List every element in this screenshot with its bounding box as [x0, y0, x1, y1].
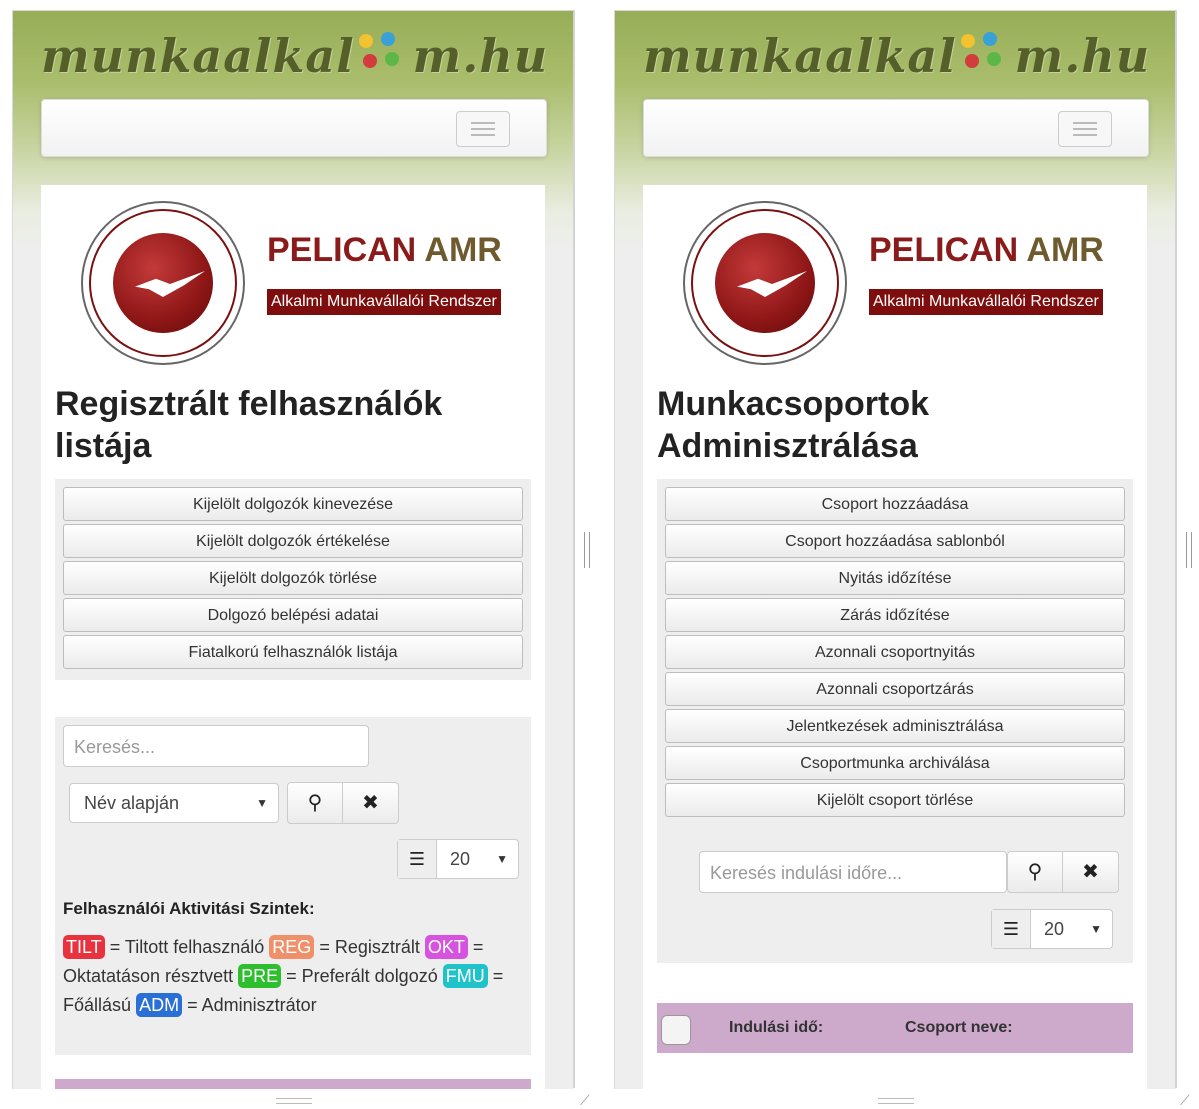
schedule-open-button[interactable]: Nyitás időzítése	[665, 561, 1125, 595]
badge-pre: PRE	[238, 964, 282, 988]
brand-subtitle: Alkalmi Munkavállalói Rendszer	[869, 289, 1103, 315]
close-icon: ✖	[362, 792, 379, 814]
manage-applications-button[interactable]: Jelentkezések adminisztrálása	[665, 709, 1125, 743]
menu-toggle-button[interactable]	[1058, 111, 1112, 147]
appoint-selected-button[interactable]: Kijelölt dolgozók kinevezése	[63, 487, 523, 521]
filter-select-value: Név alapján	[84, 793, 180, 813]
legend-title: Felhasználói Aktivitási Szintek:	[63, 899, 315, 918]
column-start-time[interactable]: Indulási idő:	[729, 1019, 823, 1037]
page-size-select[interactable]: ☰ 20 ▼	[991, 909, 1113, 949]
site-logo[interactable]: munkaalkal m.hu	[41, 29, 548, 89]
page-size-value: 20	[450, 849, 471, 869]
navbar	[643, 99, 1149, 157]
action-button-panel: Csoport hozzáadása Csoport hozzáadása sa…	[657, 479, 1133, 963]
resize-grip[interactable]	[878, 1098, 914, 1104]
brand-title: PELICAN AMR	[869, 231, 1104, 269]
navbar	[41, 99, 547, 157]
search-icon: ⚲	[307, 792, 323, 814]
brand-title: PELICAN AMR	[267, 231, 502, 269]
hamburger-icon	[471, 122, 495, 124]
list-icon: ☰	[992, 910, 1031, 948]
resize-splitter[interactable]	[1186, 532, 1192, 568]
site-logo-text: munkaalkal	[643, 29, 957, 83]
chevron-down-icon: ▼	[256, 796, 268, 810]
archive-groupwork-button[interactable]: Csoportmunka archiválása	[665, 746, 1125, 780]
clear-search-button[interactable]: ✖	[1063, 851, 1119, 893]
resize-corner-icon[interactable]: ⟋	[580, 1092, 590, 1109]
open-group-now-button[interactable]: Azonnali csoportnyitás	[665, 635, 1125, 669]
search-input[interactable]: Keresés...	[63, 725, 369, 767]
table-header	[55, 1079, 531, 1089]
resize-splitter[interactable]	[584, 532, 590, 568]
search-start-time-input[interactable]: Keresés indulási időre...	[699, 851, 1007, 893]
delete-selected-button[interactable]: Kijelölt dolgozók törlése	[63, 561, 523, 595]
action-button-panel: Kijelölt dolgozók kinevezése Kijelölt do…	[55, 479, 531, 680]
left-phone-frame: munkaalkal m.hu PELICAN AMR Alkalmi Munka…	[12, 10, 574, 1089]
people-figures-icon	[957, 30, 1015, 76]
list-icon: ☰	[398, 840, 437, 878]
site-logo-tail: m.hu	[1014, 29, 1151, 83]
badge-okt: OKT	[424, 935, 468, 959]
select-all-checkbox[interactable]	[661, 1015, 691, 1045]
filter-select[interactable]: Név alapján ▼	[69, 783, 279, 823]
page-size-value: 20	[1044, 919, 1065, 939]
login-data-button[interactable]: Dolgozó belépési adatai	[63, 598, 523, 632]
search-button[interactable]: ⚲	[1007, 851, 1063, 893]
brand-subtitle: Alkalmi Munkavállalói Rendszer	[267, 289, 501, 315]
pelican-seal-logo	[683, 201, 847, 365]
column-group-name[interactable]: Csoport neve:	[905, 1019, 1013, 1037]
chevron-down-icon: ▼	[1090, 922, 1102, 936]
right-phone-frame: munkaalkal m.hu PELICAN AMR Alkalmi Munka…	[614, 10, 1176, 1089]
clear-search-button[interactable]: ✖	[343, 782, 399, 824]
badge-reg: REG	[269, 935, 315, 959]
badge-tilt: TILT	[63, 935, 105, 959]
page-size-select[interactable]: ☰ 20 ▼	[397, 839, 519, 879]
resize-corner-icon[interactable]: ⟋	[1180, 1092, 1190, 1109]
pelican-seal-logo	[81, 201, 245, 365]
badge-fmu: FMU	[442, 964, 488, 988]
site-logo[interactable]: munkaalkal m.hu	[643, 29, 1150, 89]
site-logo-text: munkaalkal	[41, 29, 355, 83]
frame-edge	[573, 10, 575, 1088]
site-logo-tail: m.hu	[412, 29, 549, 83]
page-title: Regisztrált felhasználók listája	[55, 385, 443, 465]
activity-legend: TILT = Tiltott felhasználó REG = Regiszt…	[63, 933, 525, 1020]
frame-edge	[1175, 10, 1177, 1088]
schedule-close-button[interactable]: Zárás időzítése	[665, 598, 1125, 632]
groups-table-header: Indulási idő: Csoport neve:	[657, 1003, 1133, 1053]
badge-adm: ADM	[136, 993, 183, 1017]
menu-toggle-button[interactable]	[456, 111, 510, 147]
minors-list-button[interactable]: Fiatalkorú felhasználók listája	[63, 635, 523, 669]
add-group-from-template-button[interactable]: Csoport hozzáadása sablonból	[665, 524, 1125, 558]
legend-label: = Preferált dolgozó	[286, 966, 438, 986]
resize-grip[interactable]	[276, 1098, 312, 1104]
legend-label: = Tiltott felhasználó	[109, 937, 265, 957]
rate-selected-button[interactable]: Kijelölt dolgozók értékelése	[63, 524, 523, 558]
legend-label: = Regisztrált	[319, 937, 420, 957]
close-group-now-button[interactable]: Azonnali csoportzárás	[665, 672, 1125, 706]
close-icon: ✖	[1082, 861, 1099, 883]
chevron-down-icon: ▼	[496, 852, 508, 866]
search-button[interactable]: ⚲	[287, 782, 343, 824]
content-card: PELICAN AMR Alkalmi Munkavállalói Rendsz…	[643, 185, 1147, 1089]
page-title: Munkacsoportok Adminisztrálása	[657, 385, 930, 465]
add-group-button[interactable]: Csoport hozzáadása	[665, 487, 1125, 521]
search-icon: ⚲	[1027, 861, 1043, 883]
legend-label: = Adminisztrátor	[187, 995, 317, 1015]
hamburger-icon	[1073, 122, 1097, 124]
search-panel: Keresés... Név alapján ▼ ⚲ ✖ ☰ 20 ▼ Felh…	[55, 717, 531, 1055]
people-figures-icon	[355, 30, 413, 76]
delete-selected-group-button[interactable]: Kijelölt csoport törlése	[665, 783, 1125, 817]
content-card: PELICAN AMR Alkalmi Munkavállalói Rendsz…	[41, 185, 545, 1089]
